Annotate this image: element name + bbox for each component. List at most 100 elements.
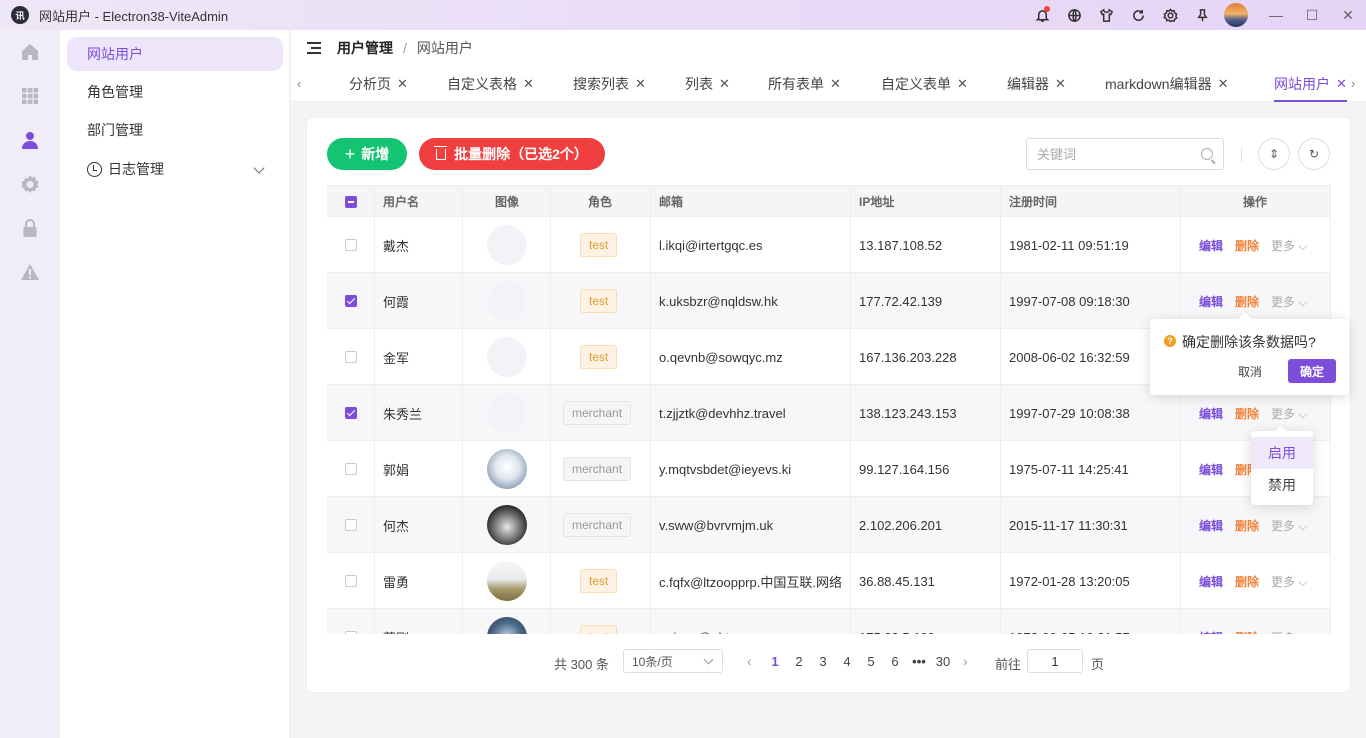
tab-scroll-left-icon[interactable]: ‹ [297, 76, 301, 91]
search-icon[interactable] [1201, 148, 1213, 160]
pin-icon[interactable] [1186, 0, 1218, 30]
cell-username: 郭娟 [383, 462, 410, 478]
tab-search-list[interactable]: 搜索列表 ✕ [573, 66, 646, 102]
edit-link[interactable]: 编辑 [1199, 293, 1223, 310]
page-ellipsis[interactable]: ••• [909, 654, 929, 669]
submenu-item-log-management[interactable]: 日志管理 [67, 152, 283, 186]
more-link[interactable]: 更多 ⌵ [1271, 293, 1307, 310]
close-icon[interactable]: ✕ [635, 76, 646, 92]
globe-icon[interactable] [1058, 0, 1090, 30]
breadcrumb-parent[interactable]: 用户管理 [337, 38, 393, 58]
delete-link[interactable]: 删除 [1235, 237, 1259, 254]
lock-icon[interactable] [0, 206, 60, 250]
tab-custom-table[interactable]: 自定义表格 ✕ [447, 66, 534, 102]
delete-link[interactable]: 删除 [1235, 517, 1259, 534]
tab-all-forms[interactable]: 所有表单 ✕ [768, 66, 841, 102]
next-page-icon[interactable]: › [963, 653, 968, 669]
edit-link[interactable]: 编辑 [1199, 237, 1223, 254]
user-avatar[interactable] [1224, 3, 1248, 27]
tab-scroll-right-icon[interactable]: › [1351, 76, 1355, 91]
submenu-item-role-management[interactable]: 角色管理 [67, 75, 283, 109]
edit-link[interactable]: 编辑 [1199, 517, 1223, 534]
page-1[interactable]: 1 [765, 654, 785, 669]
shirt-icon[interactable] [1090, 0, 1122, 30]
select-all-checkbox[interactable] [345, 195, 357, 208]
close-icon[interactable]: ✕ [1055, 76, 1066, 92]
page-3[interactable]: 3 [813, 654, 833, 669]
row-checkbox[interactable] [345, 519, 357, 531]
more-link[interactable]: 更多 ⌵ [1271, 517, 1307, 534]
grid-icon[interactable] [0, 74, 60, 118]
close-icon[interactable]: ✕ [523, 76, 534, 92]
page-6[interactable]: 6 [885, 654, 905, 669]
row-checkbox[interactable] [345, 575, 357, 587]
close-icon[interactable]: ✕ [830, 76, 841, 92]
menu-toggle-icon[interactable] [307, 42, 321, 54]
row-checkbox[interactable] [345, 631, 357, 634]
more-link[interactable]: 更多 ⌵ [1271, 237, 1307, 254]
cell-username: 何杰 [383, 518, 410, 534]
tab-markdown-editor[interactable]: markdown编辑器 ✕ [1105, 66, 1229, 102]
edit-link[interactable]: 编辑 [1199, 573, 1223, 590]
row-checkbox[interactable] [345, 295, 357, 307]
delete-link[interactable]: 删除 [1235, 405, 1259, 422]
submenu-item-website-users[interactable]: 网站用户 [67, 37, 283, 71]
close-icon[interactable]: ✕ [719, 76, 730, 92]
bell-icon[interactable] [1026, 0, 1058, 30]
goto-page-input[interactable] [1027, 649, 1083, 673]
cell-register-time: 2008-06-02 16:32:59 [1009, 349, 1130, 365]
batch-delete-button[interactable]: 批量删除（已选2个） [419, 138, 605, 170]
gear-icon[interactable] [0, 162, 60, 206]
delete-link[interactable]: 删除 [1235, 573, 1259, 590]
page-4[interactable]: 4 [837, 654, 857, 669]
edit-link[interactable]: 编辑 [1199, 629, 1223, 635]
settings-icon[interactable] [1154, 0, 1186, 30]
refresh-icon[interactable] [1122, 0, 1154, 30]
submenu-item-dept-management[interactable]: 部门管理 [67, 113, 283, 147]
popconfirm-cancel-button[interactable]: 取消 [1238, 363, 1262, 380]
edit-link[interactable]: 编辑 [1199, 461, 1223, 478]
close-icon[interactable]: ✕ [1218, 76, 1229, 92]
row-checkbox[interactable] [345, 407, 357, 419]
tab-custom-form[interactable]: 自定义表单 ✕ [881, 66, 968, 102]
close-icon[interactable]: ✕ [957, 76, 968, 92]
prev-page-icon[interactable]: ‹ [747, 653, 752, 669]
row-checkbox[interactable] [345, 351, 357, 363]
page-30[interactable]: 30 [933, 654, 953, 669]
more-link[interactable]: 更多 ⌵ [1271, 405, 1307, 422]
home-icon[interactable] [0, 30, 60, 74]
delete-link[interactable]: 删除 [1235, 293, 1259, 310]
refresh-table-icon[interactable]: ↻ [1298, 138, 1330, 170]
edit-link[interactable]: 编辑 [1199, 405, 1223, 422]
tab-website-users[interactable]: 网站用户 ✕ [1274, 66, 1347, 102]
close-icon[interactable]: ✕ [397, 76, 408, 92]
more-link[interactable]: 更多 ⌵ [1271, 629, 1307, 635]
page-2[interactable]: 2 [789, 654, 809, 669]
user-icon[interactable] [0, 118, 60, 162]
user-avatar-image [487, 337, 527, 377]
add-button[interactable]: + 新增 [327, 138, 407, 170]
delete-link[interactable]: 删除 [1235, 629, 1259, 635]
tab-list[interactable]: 列表 ✕ [685, 66, 730, 102]
page-5[interactable]: 5 [861, 654, 881, 669]
minimize-icon[interactable]: — [1258, 0, 1294, 30]
close-icon[interactable]: ✕ [1330, 0, 1366, 30]
more-link[interactable]: 更多 ⌵ [1271, 573, 1307, 590]
page-size-select[interactable]: 10条/页 [623, 649, 723, 673]
dropdown-item-enable[interactable]: 启用 [1251, 437, 1313, 469]
close-icon[interactable]: ✕ [1336, 76, 1347, 92]
row-checkbox[interactable] [345, 239, 357, 251]
row-checkbox[interactable] [345, 463, 357, 475]
sort-icon[interactable]: ⇕ [1258, 138, 1290, 170]
tab-editor[interactable]: 编辑器 ✕ [1007, 66, 1066, 102]
cell-username: 金军 [383, 350, 410, 366]
dropdown-item-disable[interactable]: 禁用 [1251, 469, 1313, 501]
maximize-icon[interactable]: ☐ [1294, 0, 1330, 30]
tab-analysis[interactable]: 分析页 ✕ [349, 66, 408, 102]
pagination: 共 300 条 10条/页 ‹ 1 2 3 4 5 6 ••• 30 › 前往 … [307, 649, 1352, 675]
search-input[interactable] [1037, 146, 1187, 162]
warning-icon[interactable] [0, 250, 60, 294]
trash-icon [434, 145, 448, 160]
popconfirm-confirm-button[interactable]: 确定 [1288, 359, 1336, 383]
breadcrumb-current: 网站用户 [416, 40, 473, 56]
